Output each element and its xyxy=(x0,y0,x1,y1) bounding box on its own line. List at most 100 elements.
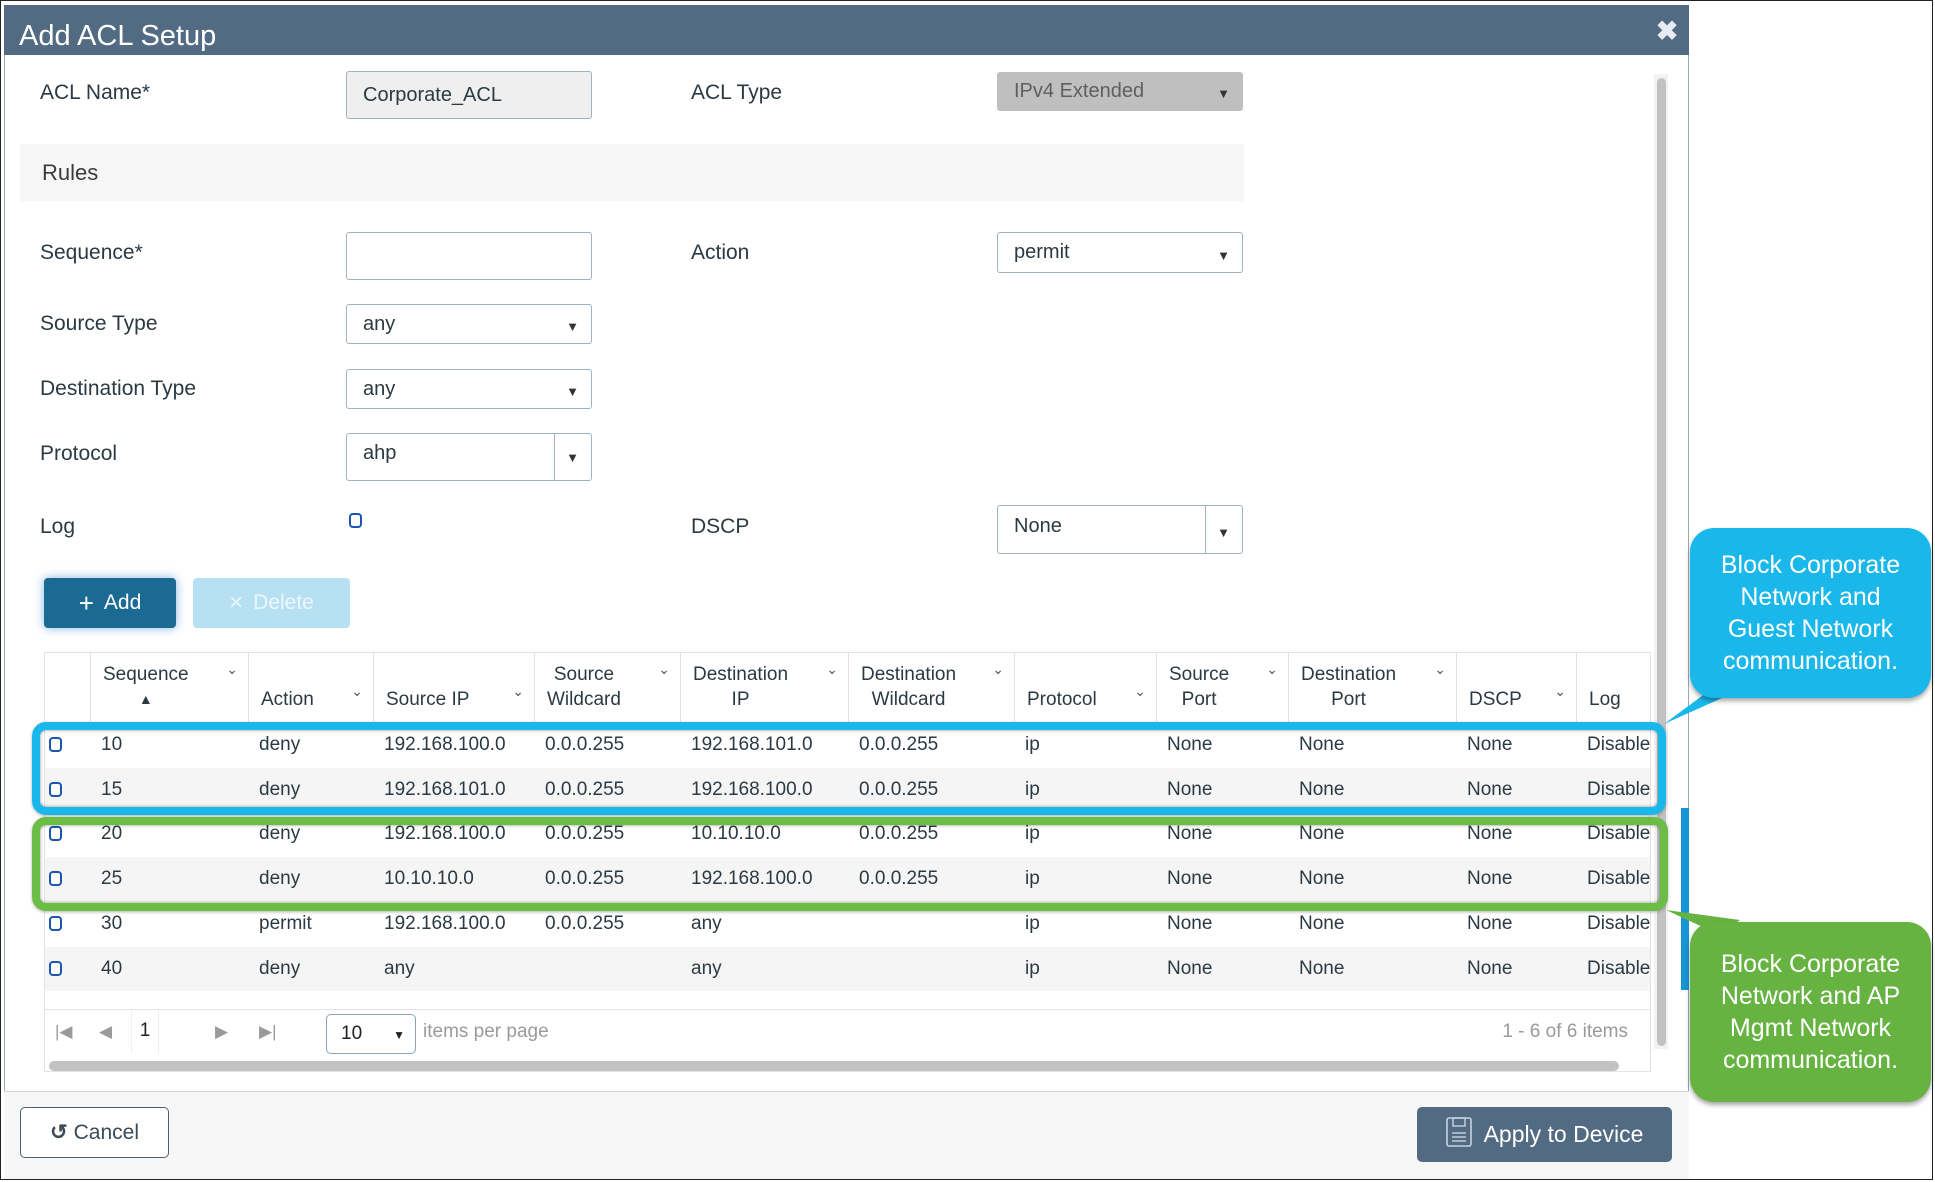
delete-button-label: Delete xyxy=(253,591,314,614)
apply-to-device-button[interactable]: Apply to Device xyxy=(1417,1107,1672,1162)
table-cell: permit xyxy=(259,912,312,934)
column-header-line2: Protocol xyxy=(1027,689,1097,710)
items-per-page-select[interactable]: 10 ▼ xyxy=(326,1014,416,1054)
table-cell: None xyxy=(1299,912,1345,934)
acl-type-select: IPv4 Extended ▼ xyxy=(997,72,1243,111)
acl-name-value: Corporate_ACL xyxy=(363,84,502,106)
apply-button-label: Apply to Device xyxy=(1483,1121,1644,1147)
chevron-down-icon[interactable]: ⌄ xyxy=(226,661,238,678)
column-header[interactable]: Destination Wildcard ⌄ xyxy=(849,653,1015,722)
callout-ap-mgmt-network-text: Block Corporate Network and AP Mgmt Netw… xyxy=(1720,950,1901,1074)
column-header[interactable]: Source Port ⌄ xyxy=(1157,653,1289,722)
add-button[interactable]: + Add xyxy=(44,578,176,628)
table-cell: Disable xyxy=(1587,912,1651,934)
close-icon[interactable]: ✖ xyxy=(1655,18,1679,45)
table-cell: None xyxy=(1299,957,1345,979)
chevron-down-icon[interactable]: ⌄ xyxy=(1554,683,1566,700)
column-header-label: Destination IP xyxy=(693,662,788,712)
row-checkbox[interactable] xyxy=(49,960,62,976)
table-cell: any xyxy=(691,957,722,979)
chevron-down-icon: ▼ xyxy=(393,1028,405,1042)
rules-title: Rules xyxy=(42,160,99,185)
header-select-column xyxy=(45,653,91,722)
dscp-select[interactable]: None ▼ xyxy=(997,505,1243,554)
add-button-label: Add xyxy=(103,591,142,614)
chevron-down-icon[interactable]: ⌄ xyxy=(1266,661,1278,678)
column-header-line2: Wildcard xyxy=(871,689,946,710)
next-page-icon[interactable]: ▶ xyxy=(215,1022,228,1042)
close-icon: × xyxy=(229,589,244,616)
column-header[interactable]: Source IP ⌄ xyxy=(374,653,535,722)
table-cell: None xyxy=(1167,957,1213,979)
highlight-ap-mgmt-rules xyxy=(32,817,1668,911)
column-header[interactable]: Destination IP ⌄ xyxy=(681,653,849,722)
column-header-line2: DSCP xyxy=(1469,689,1522,710)
column-header-label: Source IP xyxy=(386,687,469,712)
column-header-label: Action xyxy=(261,687,314,712)
column-header[interactable]: Log xyxy=(1577,653,1650,722)
table-cell: any xyxy=(691,912,722,934)
column-header-line1: Destination xyxy=(861,664,957,685)
action-select[interactable]: permit ▼ xyxy=(997,232,1243,273)
table-row[interactable]: 40 deny any any ip None None None Disable xyxy=(45,946,1651,992)
column-header-line2: Wildcard xyxy=(547,689,621,710)
chevron-down-icon[interactable]: ⌄ xyxy=(658,661,670,678)
source-type-label: Source Type xyxy=(40,312,158,335)
acl-type-value: IPv4 Extended xyxy=(1014,80,1145,102)
table-cell: None xyxy=(1467,957,1513,979)
dscp-label: DSCP xyxy=(691,515,750,538)
column-header-line2: Log xyxy=(1589,689,1621,710)
chevron-down-icon: ▼ xyxy=(1217,86,1230,101)
callout-guest-network-text: Block Corporate Network and Guest Networ… xyxy=(1720,551,1901,675)
callout-guest-network: Block Corporate Network and Guest Networ… xyxy=(1690,528,1931,698)
chevron-down-icon: ▼ xyxy=(566,319,579,334)
dscp-value: None xyxy=(1014,515,1062,537)
chevron-down-icon: ▼ xyxy=(1217,248,1230,263)
first-page-icon[interactable]: |◀ xyxy=(55,1022,73,1042)
table-cell: Disable xyxy=(1587,957,1651,979)
chevron-down-icon[interactable]: ⌄ xyxy=(1134,683,1146,700)
column-header-line2: IP xyxy=(731,689,750,710)
plus-icon: + xyxy=(78,587,94,618)
column-header-label: Source Wildcard xyxy=(547,662,621,712)
sort-ascending-icon: ▲ xyxy=(138,691,153,707)
column-header-line1: Sequence xyxy=(103,664,189,685)
column-header-line2: Source IP xyxy=(386,689,470,710)
callout-ap-mgmt-network: Block Corporate Network and AP Mgmt Netw… xyxy=(1690,922,1931,1102)
protocol-select[interactable]: ahp ▼ xyxy=(346,433,592,481)
current-page[interactable]: 1 xyxy=(131,1010,159,1054)
source-type-select[interactable]: any ▼ xyxy=(346,304,592,344)
log-checkbox[interactable] xyxy=(349,513,362,528)
cancel-button[interactable]: ↺ Cancel xyxy=(20,1107,169,1158)
acl-type-label: ACL Type xyxy=(691,81,783,104)
undo-icon: ↺ xyxy=(50,1121,68,1144)
column-header[interactable]: Protocol ⌄ xyxy=(1015,653,1157,722)
column-header-line1: Destination xyxy=(1301,664,1397,685)
column-header-line2: Action xyxy=(261,689,314,710)
column-header[interactable]: Source Wildcard ⌄ xyxy=(535,653,681,722)
pagination-bar: |◀ ◀ 1 ▶ ▶| 10 ▼ items per page 1 - 6 of … xyxy=(45,1009,1650,1054)
delete-button[interactable]: × Delete xyxy=(193,578,350,628)
column-header-line2: Port xyxy=(1331,689,1366,710)
last-page-icon[interactable]: ▶| xyxy=(259,1022,277,1042)
chevron-down-icon[interactable]: ⌄ xyxy=(826,661,838,678)
chevron-down-icon[interactable]: ⌄ xyxy=(351,683,363,700)
row-checkbox[interactable] xyxy=(49,915,62,931)
destination-type-select[interactable]: any ▼ xyxy=(346,369,592,409)
destination-type-label: Destination Type xyxy=(40,377,197,400)
column-header[interactable]: Destination Port ⌄ xyxy=(1289,653,1457,722)
chevron-down-icon[interactable]: ⌄ xyxy=(512,683,524,700)
previous-page-icon[interactable]: ◀ xyxy=(99,1022,112,1042)
table-cell: 40 xyxy=(101,957,123,979)
table-cell: deny xyxy=(259,957,301,979)
rules-section-header: Rules xyxy=(20,144,1244,201)
chevron-down-icon[interactable]: ⌄ xyxy=(992,661,1004,678)
column-header[interactable]: DSCP ⌄ xyxy=(1457,653,1577,722)
dialog-header: Add ACL Setup ✖ xyxy=(4,5,1689,55)
column-header[interactable]: Sequence ▲ ⌄ xyxy=(91,653,249,722)
chevron-down-icon[interactable]: ⌄ xyxy=(1434,661,1446,678)
sequence-input[interactable] xyxy=(346,232,592,280)
horizontal-scrollbar[interactable] xyxy=(49,1061,1619,1071)
column-header[interactable]: Action ⌄ xyxy=(249,653,374,722)
acl-name-input[interactable]: Corporate_ACL xyxy=(346,71,592,119)
